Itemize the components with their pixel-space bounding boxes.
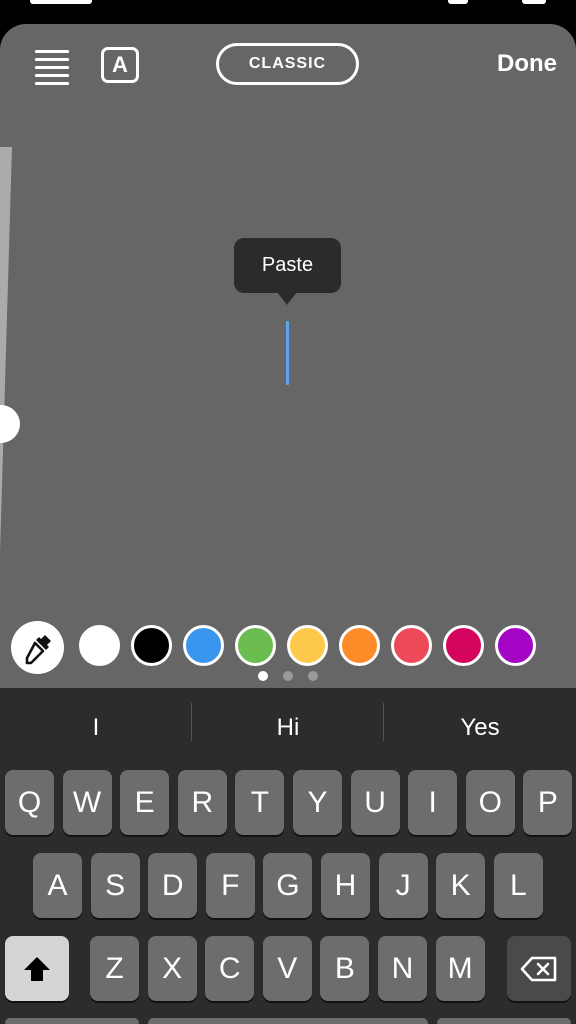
eyedropper-icon (25, 634, 51, 664)
text-editor-canvas[interactable]: A CLASSIC Done Paste (0, 24, 576, 688)
key-m[interactable]: M (435, 936, 485, 1001)
key-n[interactable]: N (378, 936, 427, 1001)
color-swatch[interactable] (443, 625, 484, 666)
backspace-key[interactable] (507, 936, 571, 1001)
key-z[interactable]: Z (90, 936, 139, 1001)
suggestion-2[interactable]: Hi (192, 688, 384, 768)
page-dot-1 (258, 671, 268, 681)
key-y[interactable]: Y (293, 770, 342, 835)
key-f[interactable]: F (205, 853, 255, 918)
key-w[interactable]: W (62, 770, 112, 835)
shift-icon (24, 956, 50, 981)
key-a[interactable]: A (33, 853, 82, 918)
suggestion-1[interactable]: I (0, 688, 192, 768)
color-swatch[interactable] (391, 625, 432, 666)
key-x[interactable]: X (147, 936, 197, 1001)
key-p[interactable]: P (523, 770, 573, 835)
key-b[interactable]: B (320, 936, 370, 1001)
color-swatch[interactable] (235, 625, 276, 666)
key-k[interactable]: K (436, 853, 486, 918)
key-l[interactable]: L (493, 853, 543, 918)
text-background-button[interactable]: A (101, 47, 139, 83)
page-dot-3 (308, 671, 318, 681)
page-dot-2 (283, 671, 293, 681)
battery-icon (522, 0, 546, 4)
key-r[interactable]: R (177, 770, 227, 835)
text-size-slider-handle[interactable] (0, 405, 20, 443)
eyedropper-button[interactable] (11, 621, 64, 674)
space-key[interactable] (148, 1018, 428, 1024)
key-g[interactable]: G (263, 853, 313, 918)
signal-icon (448, 0, 468, 4)
color-swatch[interactable] (287, 625, 328, 666)
color-swatch[interactable] (183, 625, 224, 666)
key-e[interactable]: E (120, 770, 170, 835)
keyboard: I Hi Yes QWERTYUIOPASDFGHJKLZXCVBNM (0, 688, 576, 1024)
font-style-button[interactable]: CLASSIC (216, 43, 359, 85)
key-h[interactable]: H (321, 853, 370, 918)
shift-key[interactable] (5, 936, 69, 1001)
key-j[interactable]: J (378, 853, 428, 918)
key-t[interactable]: T (235, 770, 285, 835)
return-key[interactable] (437, 1018, 571, 1024)
key-i[interactable]: I (408, 770, 458, 835)
color-swatch[interactable] (339, 625, 380, 666)
color-page-indicator (258, 671, 318, 681)
key-c[interactable]: C (205, 936, 255, 1001)
status-bar (0, 0, 576, 26)
key-d[interactable]: D (148, 853, 198, 918)
key-v[interactable]: V (262, 936, 312, 1001)
text-cursor (286, 321, 289, 385)
color-swatch[interactable] (131, 625, 172, 666)
key-u[interactable]: U (350, 770, 400, 835)
key-o[interactable]: O (465, 770, 515, 835)
text-align-button[interactable] (30, 46, 74, 85)
paste-button[interactable]: Paste (234, 238, 341, 305)
font-a-icon: A (112, 52, 128, 77)
numbers-key[interactable] (5, 1018, 139, 1024)
color-swatch[interactable] (79, 625, 120, 666)
status-time-fragment (30, 0, 92, 4)
text-size-slider-track[interactable] (0, 147, 12, 553)
suggestion-3[interactable]: Yes (384, 688, 576, 768)
done-button[interactable]: Done (497, 50, 557, 78)
key-s[interactable]: S (90, 853, 140, 918)
backspace-icon (520, 956, 557, 981)
color-swatch[interactable] (495, 625, 536, 666)
key-q[interactable]: Q (5, 770, 54, 835)
